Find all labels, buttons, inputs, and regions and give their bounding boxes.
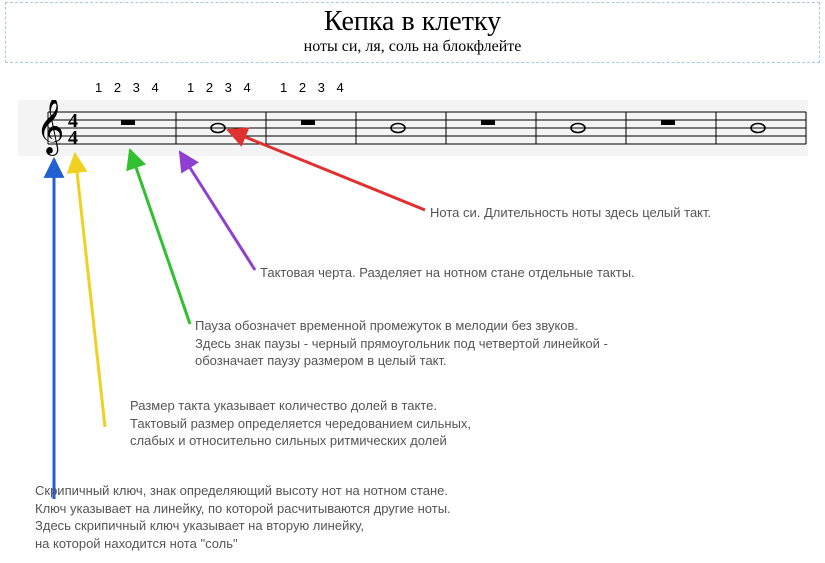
arrow-timesig: [75, 154, 105, 427]
arrow-rest: [130, 150, 190, 324]
treble-clef-icon: 𝄞: [36, 100, 64, 156]
music-staff: 𝄞 4 4: [18, 100, 808, 156]
page-title: Кепка в клетку: [6, 7, 819, 38]
header-box: Кепка в клетку ноты си, ля, соль на блок…: [5, 2, 820, 63]
annotation-note-b: Нота си. Длительность ноты здесь целый т…: [430, 204, 711, 222]
staff-svg: 𝄞 4 4: [18, 100, 808, 156]
annotation-barline: Тактовая черта. Разделяет на нотном стан…: [260, 264, 635, 282]
beat-group-2: 1 2 3 4: [187, 80, 255, 95]
arrow-barline: [180, 152, 255, 270]
page-subtitle: ноты си, ля, соль на блокфлейте: [6, 38, 819, 56]
annotation-clef: Скрипичный ключ, знак определяющий высот…: [35, 482, 451, 552]
annotation-timesig: Размер такта указывает количество долей …: [130, 397, 471, 450]
beat-group-3: 1 2 3 4: [280, 80, 348, 95]
time-sig-bottom: 4: [68, 127, 78, 149]
beat-group-1: 1 2 3 4: [95, 80, 163, 95]
annotation-rest: Пауза обозначет временной промежуток в м…: [195, 317, 608, 370]
